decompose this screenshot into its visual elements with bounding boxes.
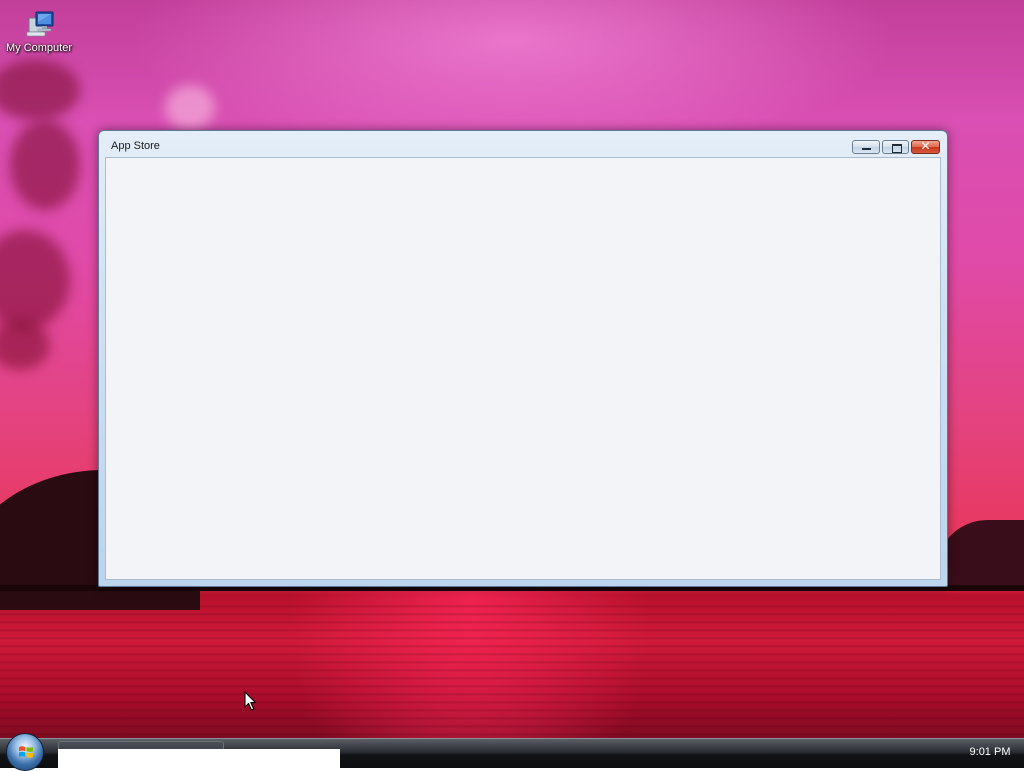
maximize-icon xyxy=(892,144,902,153)
start-button[interactable] xyxy=(6,733,44,771)
window-title: App Store xyxy=(111,140,160,152)
window-content-area[interactable] xyxy=(105,157,941,580)
wallpaper-water xyxy=(0,600,1024,740)
minimize-button[interactable] xyxy=(852,140,880,154)
wallpaper-cloud xyxy=(0,320,50,370)
close-icon: ✕ xyxy=(920,139,931,153)
close-button[interactable]: ✕ xyxy=(911,139,940,154)
desktop-icon-my-computer[interactable]: My Computer xyxy=(2,10,76,54)
wallpaper-cloud xyxy=(0,60,80,120)
taskbar-blank-region xyxy=(58,749,340,768)
mouse-cursor-icon xyxy=(244,691,258,716)
minimize-icon xyxy=(862,148,871,150)
computer-icon xyxy=(23,10,55,40)
wallpaper-cloud xyxy=(10,120,80,210)
wallpaper-cloud xyxy=(0,230,70,330)
window-titlebar[interactable]: App Store ✕ xyxy=(99,131,947,157)
wallpaper-cloud xyxy=(165,85,215,130)
app-store-window[interactable]: App Store ✕ xyxy=(98,130,948,587)
maximize-button[interactable] xyxy=(882,140,909,154)
windows-flag-icon xyxy=(19,746,33,758)
desktop-icon-label: My Computer xyxy=(5,42,73,54)
wallpaper-hill xyxy=(940,520,1024,590)
taskbar-clock[interactable]: 9:01 PM xyxy=(960,746,1020,758)
